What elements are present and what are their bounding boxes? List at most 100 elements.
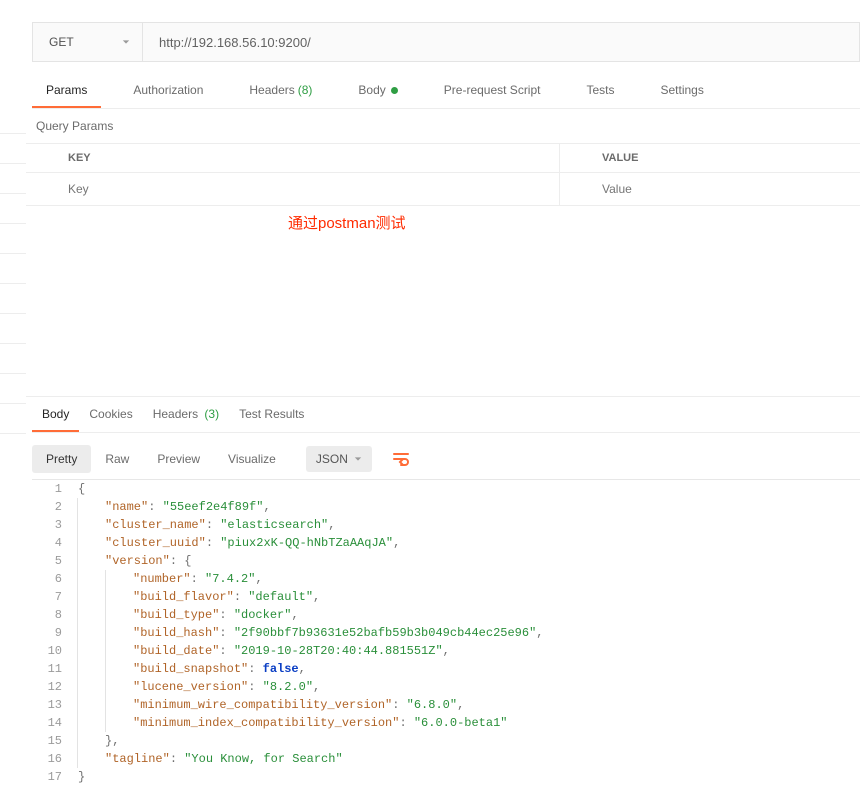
- code-content: "minimum_index_compatibility_version": "…: [72, 714, 507, 732]
- code-line: 2"name": "55eef2e4f89f",: [32, 498, 860, 516]
- resp-tab-headers[interactable]: Headers (3): [143, 397, 229, 432]
- tab-label: Test Results: [239, 407, 304, 421]
- view-mode-group: PrettyRawPreviewVisualize: [32, 445, 290, 473]
- code-content: "name": "55eef2e4f89f",: [72, 498, 271, 516]
- code-content: "number": "7.4.2",: [72, 570, 263, 588]
- view-mode-visualize[interactable]: Visualize: [214, 445, 290, 473]
- tab-body[interactable]: Body: [344, 76, 411, 108]
- format-select[interactable]: JSON: [306, 446, 372, 472]
- code-line: 8"build_type": "docker",: [32, 606, 860, 624]
- line-number: 8: [32, 606, 72, 624]
- line-number: 3: [32, 516, 72, 534]
- tab-label: Headers: [249, 83, 294, 97]
- tab-count: (3): [201, 407, 219, 421]
- response-panel: Body Cookies Headers (3) Test Results Prett…: [26, 396, 860, 786]
- status-dot-icon: [391, 87, 398, 94]
- line-number: 10: [32, 642, 72, 660]
- tab-label: Cookies: [89, 407, 132, 421]
- line-number: 14: [32, 714, 72, 732]
- tab-count: (8): [298, 83, 313, 97]
- request-tabs: Params Authorization Headers (8) Body Pre-re…: [32, 76, 860, 109]
- code-content: "lucene_version": "8.2.0",: [72, 678, 320, 696]
- tab-label: Settings: [661, 83, 704, 97]
- line-number: 17: [32, 768, 72, 786]
- code-content: "build_type": "docker",: [72, 606, 299, 624]
- tab-auth[interactable]: Authorization: [119, 76, 217, 108]
- query-param-key-input[interactable]: [26, 173, 560, 205]
- line-number: 7: [32, 588, 72, 606]
- response-code-viewer[interactable]: 1{2"name": "55eef2e4f89f",3"cluster_name…: [32, 479, 860, 786]
- code-content: "cluster_name": "elasticsearch",: [72, 516, 335, 534]
- tab-headers[interactable]: Headers (8): [235, 76, 326, 108]
- line-number: 13: [32, 696, 72, 714]
- chevron-down-icon: [354, 455, 362, 463]
- tab-label: Params: [46, 83, 87, 97]
- view-mode-preview[interactable]: Preview: [143, 445, 214, 473]
- tab-label: Body: [358, 83, 385, 97]
- code-content: "cluster_uuid": "piux2xK-QQ-hNbTZaAAqJA"…: [72, 534, 400, 552]
- code-line: 15},: [32, 732, 860, 750]
- code-line: 16"tagline": "You Know, for Search": [32, 750, 860, 768]
- code-line: 4"cluster_uuid": "piux2xK-QQ-hNbTZaAAqJA…: [32, 534, 860, 552]
- line-number: 11: [32, 660, 72, 678]
- left-gutter: [0, 0, 26, 784]
- resp-tab-cookies[interactable]: Cookies: [79, 397, 142, 432]
- code-line: 7"build_flavor": "default",: [32, 588, 860, 606]
- code-line: 9"build_hash": "2f90bbf7b93631e52bafb59b…: [32, 624, 860, 642]
- code-content: {: [72, 480, 85, 498]
- code-line: 10"build_date": "2019-10-28T20:40:44.881…: [32, 642, 860, 660]
- line-number: 5: [32, 552, 72, 570]
- code-line: 12"lucene_version": "8.2.0",: [32, 678, 860, 696]
- wrap-icon: [392, 451, 410, 467]
- tab-label: Body: [42, 407, 69, 421]
- tab-params[interactable]: Params: [32, 76, 101, 108]
- resp-tab-testresults[interactable]: Test Results: [229, 397, 314, 432]
- annotation-text: 通过postman测试: [288, 212, 860, 233]
- tab-label: Authorization: [133, 83, 203, 97]
- view-mode-pretty[interactable]: Pretty: [32, 445, 91, 473]
- response-view-bar: PrettyRawPreviewVisualize JSON: [32, 445, 860, 473]
- line-number: 4: [32, 534, 72, 552]
- chevron-down-icon: [122, 38, 130, 46]
- line-number: 15: [32, 732, 72, 750]
- code-line: 17}: [32, 768, 860, 786]
- code-line: 13"minimum_wire_compatibility_version": …: [32, 696, 860, 714]
- code-content: "build_snapshot": false,: [72, 660, 306, 678]
- http-method-select[interactable]: GET: [33, 23, 143, 61]
- request-url-input[interactable]: [143, 23, 859, 61]
- code-line: 11"build_snapshot": false,: [32, 660, 860, 678]
- wrap-lines-button[interactable]: [386, 445, 416, 473]
- query-params-value-header: VALUE: [560, 144, 860, 172]
- line-number: 6: [32, 570, 72, 588]
- tab-label: Headers: [153, 407, 198, 421]
- line-number: 16: [32, 750, 72, 768]
- query-params-title: Query Params: [26, 109, 860, 143]
- view-mode-raw[interactable]: Raw: [91, 445, 143, 473]
- code-content: "version": {: [72, 552, 191, 570]
- tab-label: Tests: [586, 83, 614, 97]
- code-content: "minimum_wire_compatibility_version": "6…: [72, 696, 464, 714]
- code-line: 14"minimum_index_compatibility_version":…: [32, 714, 860, 732]
- code-line: 6"number": "7.4.2",: [32, 570, 860, 588]
- code-line: 3"cluster_name": "elasticsearch",: [32, 516, 860, 534]
- resp-tab-body[interactable]: Body: [32, 397, 79, 432]
- query-params-input-row: [26, 173, 860, 206]
- line-number: 2: [32, 498, 72, 516]
- query-param-value-input[interactable]: [560, 173, 860, 205]
- tab-label: Pre-request Script: [444, 83, 541, 97]
- line-number: 9: [32, 624, 72, 642]
- response-tabs: Body Cookies Headers (3) Test Results: [32, 397, 860, 433]
- code-line: 5"version": {: [32, 552, 860, 570]
- format-label: JSON: [316, 452, 348, 466]
- code-content: "build_date": "2019-10-28T20:40:44.88155…: [72, 642, 450, 660]
- tab-tests[interactable]: Tests: [572, 76, 628, 108]
- request-url-bar: GET: [32, 22, 860, 62]
- code-content: },: [72, 732, 119, 750]
- code-content: "tagline": "You Know, for Search": [72, 750, 343, 768]
- tab-settings[interactable]: Settings: [647, 76, 718, 108]
- tab-prereq[interactable]: Pre-request Script: [430, 76, 555, 108]
- code-content: "build_flavor": "default",: [72, 588, 320, 606]
- query-params-header-row: KEY VALUE: [26, 143, 860, 173]
- query-params-key-header: KEY: [26, 144, 560, 172]
- line-number: 1: [32, 480, 72, 498]
